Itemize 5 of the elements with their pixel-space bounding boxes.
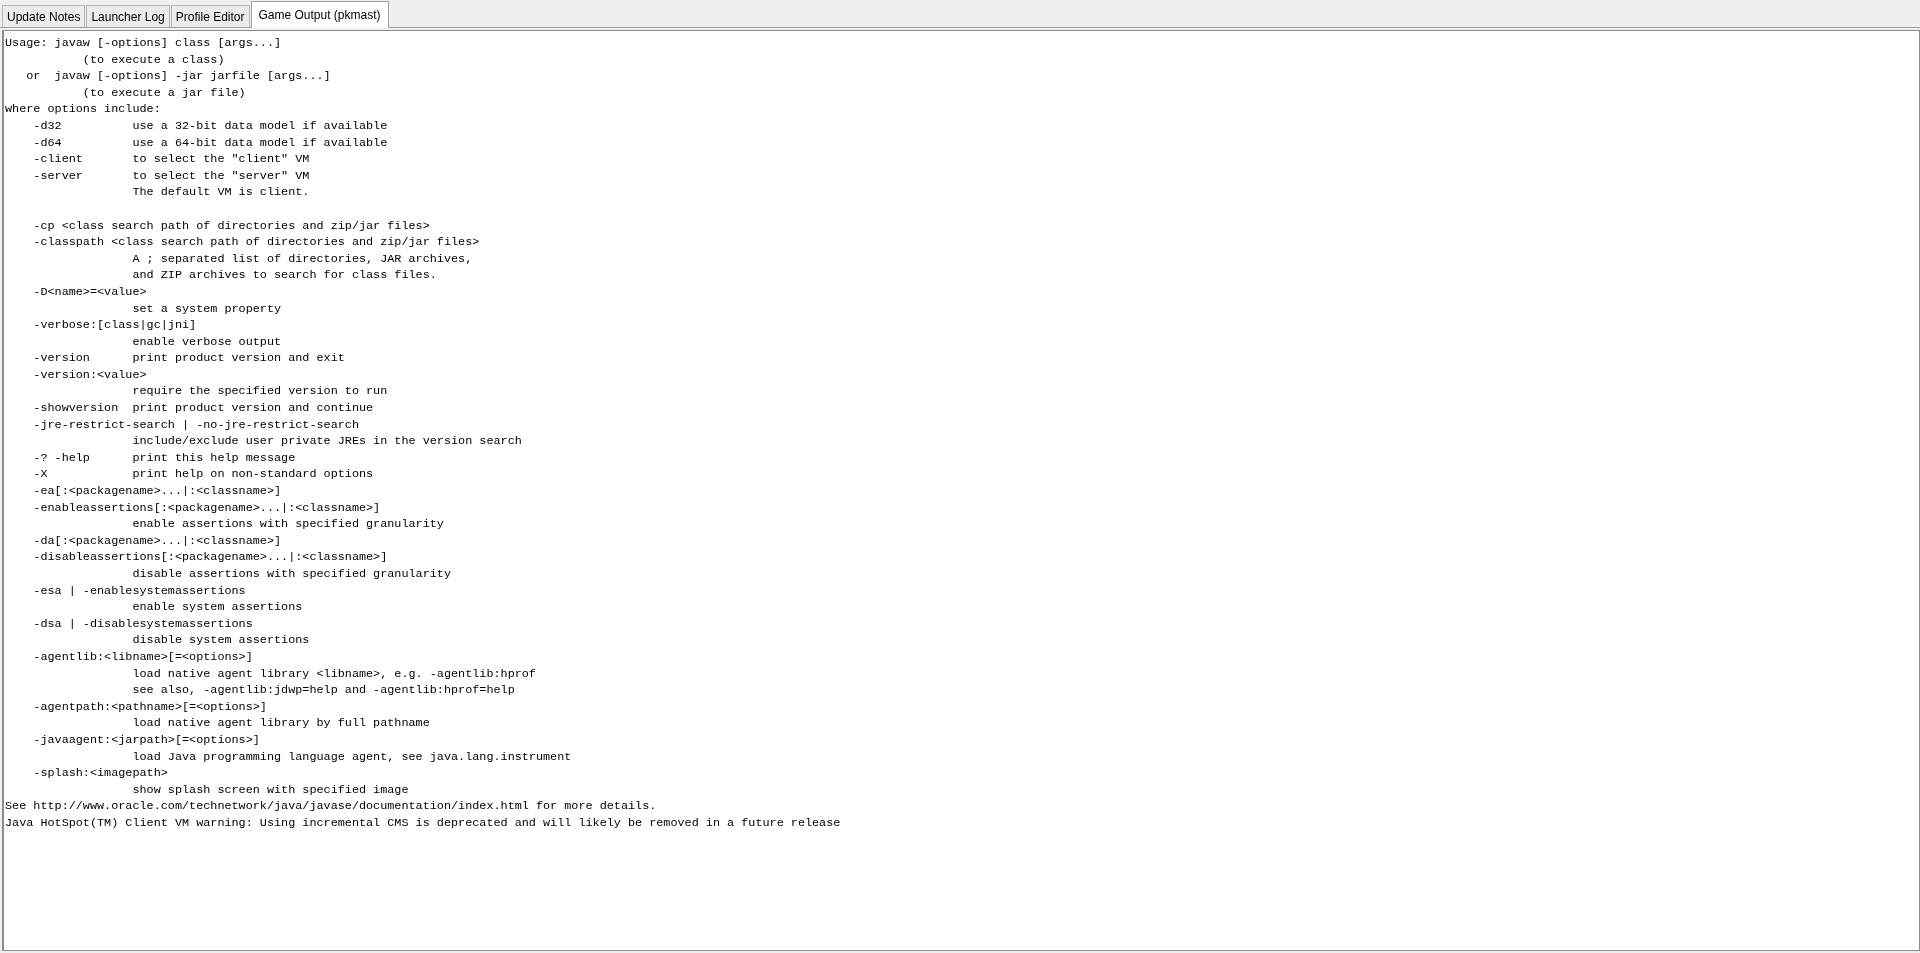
tab[interactable]: Update Notes bbox=[2, 5, 86, 27]
tab[interactable]: Profile Editor bbox=[170, 5, 250, 27]
tab[interactable]: Game Output (pkmast) bbox=[250, 1, 389, 28]
tab[interactable]: Launcher Log bbox=[86, 5, 170, 27]
console-output: Usage: javaw [-options] class [args...] (to execute a class) or javaw [-options] -jar jarfile [args...] (to execute a jar file) where options include: -d32 use a 32-bit data model if available -d64 use a 64-bit data model if available -client to select the "client" VM -server to select the "server" VM The default VM is client. -cp <class search path of directories and zip/jar files> -classpath <class search path of directories and zip/jar files> A ; separated list of directories, JAR archives, and ZIP archives to search for class files. -D<name>=<value> set a system property -verbose:[class|gc|jni] enable verbose output -version print product version and exit -version:<value> require the specified version to run -showversion print product version and continue -jre-restrict-search | -no-jre-restrict-search include/exclude user private JREs in the version search -? -help print this help message -X print help on non-standard options -ea[:<packagename>...|:<classname>] -enableassertions[:<packagename>...|:<classname>] enable assertions with specified granularity -da[:<packagename>...|:<classname>] -disableassertions[:<packagename>...|:<classname>] disable assertions with specified granularity -esa | -enablesystemassertions enable system assertions -dsa | -disablesystemassertions disable system assertions -agentlib:<libname>[=<options>] load native agent library <libname>, e.g. -agentlib:hprof see also, -agentlib:jdwp=help and -agentlib:hprof=help -agentpath:<pathname>[=<options>] load native agent library by full pathname -javaagent:<jarpath>[=<options>] load Java programming language agent, see java.lang.instrument -splash:<imagepath> show splash screen with specified image See http://www.oracle.com/technetwork/java/javase/documentation/index.html for more details. Java HotSpot(TM) Client VM warning: Using incremental CMS is deprecated and will likely be removed in a future release bbox=[4, 35, 842, 832]
